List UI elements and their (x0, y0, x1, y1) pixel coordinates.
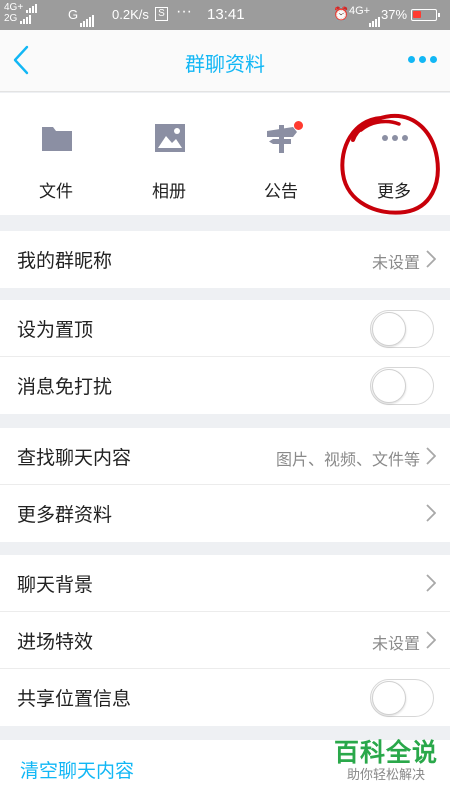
shortcut-files[interactable]: 文件 (0, 93, 112, 215)
row-label: 聊天背景 (17, 574, 94, 596)
network-indicator: 4G+ 2G (4, 2, 38, 24)
row-pin-top: 设为置顶 (0, 300, 450, 357)
row-label: 设为置顶 (17, 319, 94, 341)
page-title: 群聊资料 (185, 52, 265, 76)
status-bar: 4G+ 2G G 0.2K/s S ··· 13:41 ⏰ 4G+ 37% (0, 0, 450, 30)
photo-album-icon (155, 124, 185, 152)
notification-badge (294, 121, 303, 130)
row-label: 更多群资料 (17, 504, 113, 526)
watermark-logo: 百科全说 助你轻松解决 (334, 738, 438, 784)
toggle-knob (372, 312, 406, 346)
chevron-right-icon (426, 250, 436, 268)
settings-group-nickname: 我的群昵称 未设置 (0, 231, 450, 288)
battery-percent: 37% (381, 7, 408, 22)
settings-group-search: 查找聊天内容 图片、视频、文件等 更多群资料 (0, 428, 450, 542)
s-badge-icon: S (155, 7, 168, 21)
row-label: 进场特效 (17, 631, 94, 653)
network-indicator-right: 4G+ (349, 5, 371, 17)
signal-icon (369, 9, 381, 27)
row-label: 消息免打扰 (17, 376, 113, 398)
shortcut-label: 公告 (264, 182, 298, 202)
row-chat-background[interactable]: 聊天背景 (0, 555, 450, 612)
row-value: 未设置 (371, 253, 420, 272)
chevron-right-icon (426, 631, 436, 649)
navigation-header: 群聊资料 (0, 30, 450, 92)
row-label: 查找聊天内容 (17, 447, 132, 469)
row-entry-effect[interactable]: 进场特效 未设置 (0, 612, 450, 669)
alarm-icon: ⏰ (333, 6, 350, 21)
row-do-not-disturb: 消息免打扰 (0, 357, 450, 414)
signal-icon (20, 13, 32, 24)
battery-level (413, 11, 421, 18)
shortcut-announcement[interactable]: 公告 (225, 93, 337, 215)
signal-icon (80, 9, 95, 27)
signal-icon (25, 2, 38, 13)
watermark-subtitle: 助你轻松解决 (346, 768, 425, 783)
clear-chat-label: 清空聊天内容 (20, 760, 135, 782)
row-group-nickname[interactable]: 我的群昵称 未设置 (0, 231, 450, 288)
battery-icon (411, 9, 440, 21)
toggle-knob (372, 681, 406, 715)
row-value: 图片、视频、文件等 (275, 450, 420, 469)
share-location-toggle[interactable] (370, 679, 434, 717)
chevron-right-icon (426, 504, 436, 522)
settings-group-chat: 设为置顶 消息免打扰 (0, 300, 450, 414)
notification-dots-icon: ··· (176, 3, 192, 20)
network-speed: 0.2K/s (112, 7, 149, 22)
toggle-knob (372, 369, 406, 403)
watermark-title: 百科全说 (333, 738, 438, 767)
shortcut-album[interactable]: 相册 (113, 93, 225, 215)
carrier-label: G (68, 7, 79, 22)
clock: 13:41 (207, 6, 245, 23)
row-value: 未设置 (371, 634, 420, 653)
pin-top-toggle[interactable] (370, 310, 434, 348)
shortcut-label: 文件 (39, 182, 73, 202)
shortcut-label: 相册 (152, 182, 186, 202)
chevron-right-icon (426, 447, 436, 465)
row-label: 共享位置信息 (17, 688, 132, 710)
do-not-disturb-toggle[interactable] (370, 367, 434, 405)
row-search-chat[interactable]: 查找聊天内容 图片、视频、文件等 (0, 428, 450, 485)
row-more-group-info[interactable]: 更多群资料 (0, 485, 450, 542)
annotation-circle (340, 113, 440, 215)
folder-icon (42, 127, 72, 151)
row-share-location: 共享位置信息 (0, 669, 450, 726)
more-options-icon[interactable] (406, 52, 440, 68)
row-label: 我的群昵称 (17, 250, 113, 272)
settings-group-appearance: 聊天背景 进场特效 未设置 共享位置信息 (0, 555, 450, 726)
chevron-right-icon (426, 574, 436, 592)
